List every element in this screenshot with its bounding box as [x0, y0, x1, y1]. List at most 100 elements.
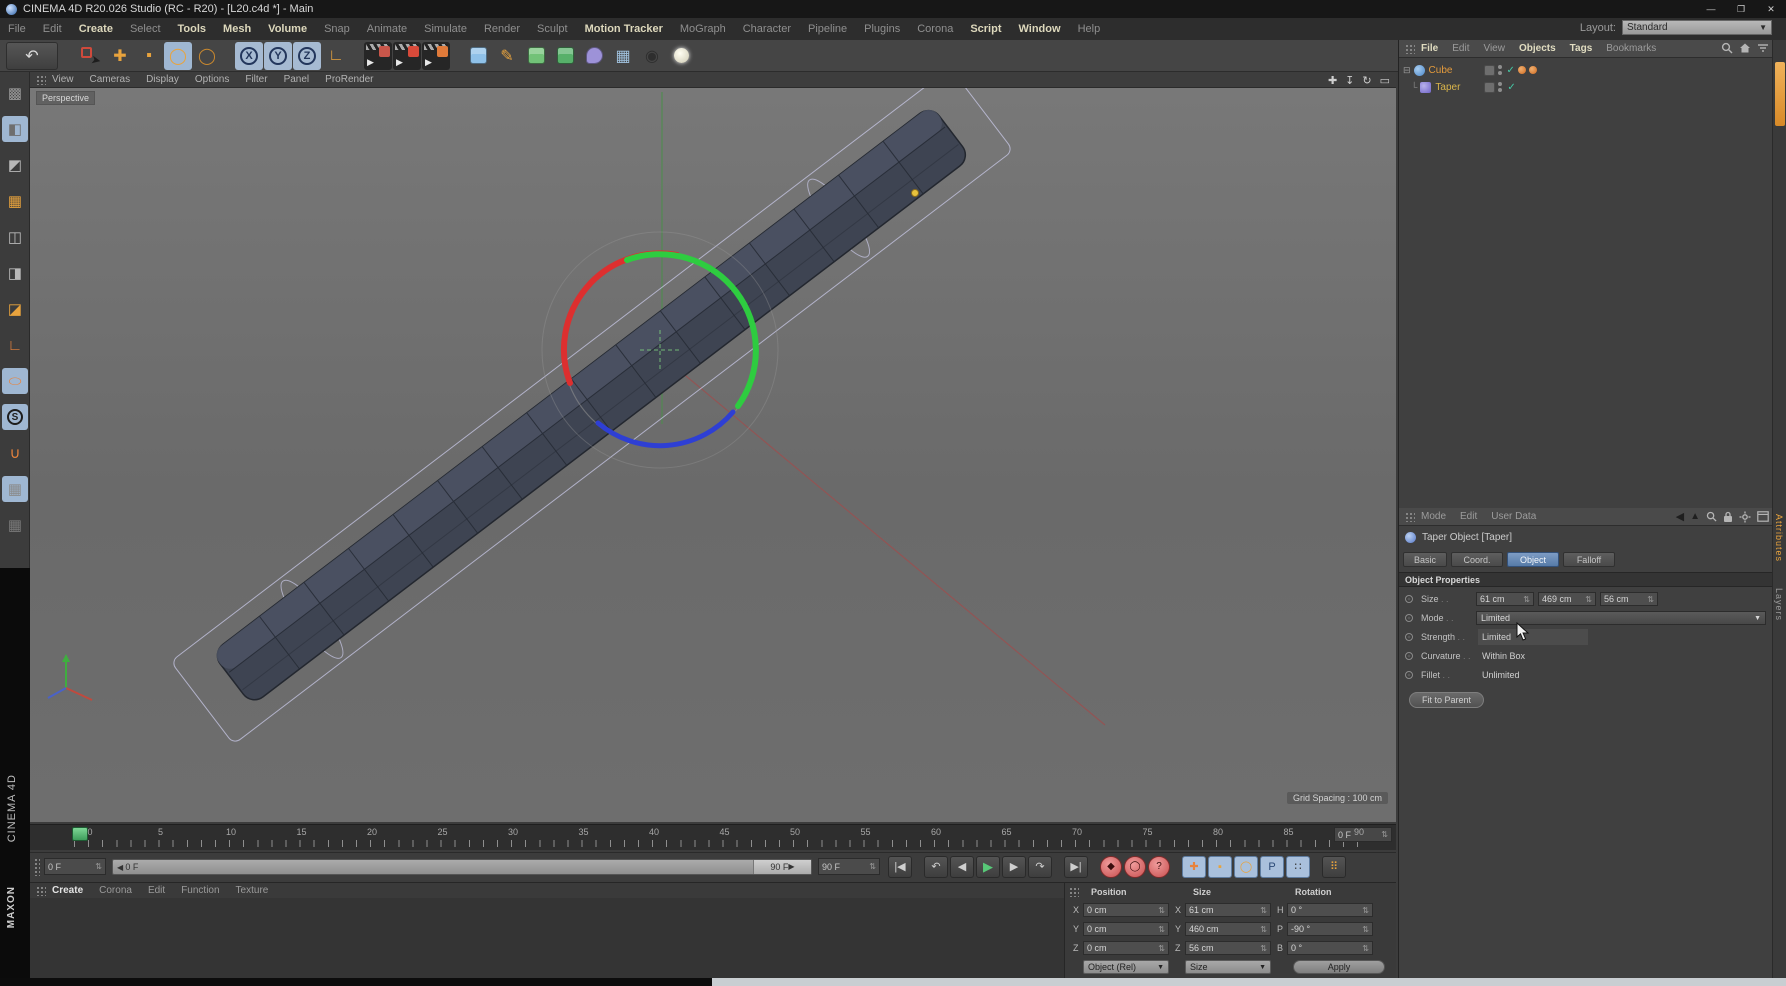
next-key-button[interactable]: ↷	[1028, 856, 1052, 878]
home-icon[interactable]	[1739, 42, 1751, 54]
frame-label-55[interactable]: 55	[860, 827, 870, 837]
am-menu-mode[interactable]: Mode	[1421, 511, 1446, 522]
previous-key-button[interactable]: ↶	[924, 856, 948, 878]
menu-item-create[interactable]: Create	[79, 23, 113, 35]
close-button[interactable]: ✕	[1756, 0, 1786, 18]
menu-item-mesh[interactable]: Mesh	[223, 23, 251, 35]
frame-label-45[interactable]: 45	[719, 827, 729, 837]
tab-falloff[interactable]: Falloff	[1563, 552, 1615, 567]
coords-size-dropdown[interactable]: Size▼	[1185, 960, 1271, 974]
om-menu-objects[interactable]: Objects	[1519, 43, 1556, 54]
menu-item-corona[interactable]: Corona	[917, 23, 953, 35]
goto-end-button[interactable]: ▶|	[1064, 856, 1088, 878]
om-menu-bookmarks[interactable]: Bookmarks	[1606, 43, 1656, 54]
menu-item-script[interactable]: Script	[970, 23, 1001, 35]
make-editable-button[interactable]: ▩	[2, 80, 28, 106]
range-end-handle[interactable]: 90 F ▶	[753, 860, 811, 874]
frame-label-25[interactable]: 25	[437, 827, 447, 837]
size-field-y[interactable]: 469 cm⇅	[1538, 592, 1596, 606]
rotate-view-icon[interactable]: ↻	[1362, 74, 1371, 87]
viewport-menu-prorender[interactable]: ProRender	[325, 74, 373, 85]
layer-chip[interactable]	[1484, 82, 1495, 93]
frame-label-10[interactable]: 10	[226, 827, 236, 837]
object-properties-header[interactable]: Object Properties	[1399, 572, 1773, 587]
object-name-taper[interactable]: Taper	[1435, 82, 1481, 93]
points-mode-button[interactable]: ◫	[2, 224, 28, 250]
start-frame-spinner[interactable]: 0 F⇅	[44, 858, 106, 875]
menu-item-help[interactable]: Help	[1078, 23, 1101, 35]
material-menu-corona[interactable]: Corona	[99, 885, 132, 896]
visibility-dots[interactable]	[1498, 81, 1504, 93]
model-mode-button[interactable]: ◧	[2, 116, 28, 142]
autokeying-button[interactable]: ◯	[1124, 856, 1146, 878]
object-manager-side-tab[interactable]	[1775, 62, 1785, 126]
maximize-button[interactable]: ❐	[1726, 0, 1756, 18]
frame-label-15[interactable]: 15	[296, 827, 306, 837]
viewport-solo-button[interactable]: ⬭	[2, 368, 28, 394]
menu-item-pipeline[interactable]: Pipeline	[808, 23, 847, 35]
fit-to-parent-button[interactable]: Fit to Parent	[1409, 692, 1484, 708]
anim-toggle-icon[interactable]	[1405, 595, 1413, 603]
frame-label-50[interactable]: 50	[790, 827, 800, 837]
frame-label-30[interactable]: 30	[508, 827, 518, 837]
object-axis-mode-button[interactable]: ∟	[2, 332, 28, 358]
move-tool[interactable]: ✚	[106, 42, 134, 70]
size-y-field[interactable]: 460 cm⇅	[1185, 922, 1271, 936]
menu-item-tools[interactable]: Tools	[178, 23, 207, 35]
material-menu-edit[interactable]: Edit	[148, 885, 165, 896]
enabled-check-icon[interactable]: ✓	[1507, 65, 1515, 76]
minimize-button[interactable]: —	[1696, 0, 1726, 18]
layers-side-tab[interactable]: Layers	[1774, 588, 1784, 621]
am-menu-edit[interactable]: Edit	[1460, 511, 1477, 522]
object-row-cube[interactable]: ⊟Cube✓	[1403, 62, 1537, 78]
keyframe-pla-toggle[interactable]: ∷	[1286, 856, 1310, 878]
keyframe-scale-toggle[interactable]: ▪	[1208, 856, 1232, 878]
om-menu-edit[interactable]: Edit	[1452, 43, 1469, 54]
timeline-ruler[interactable]: 0 F⇅ 05101520253035404550556065707580859…	[30, 824, 1396, 850]
keyframe-position-toggle[interactable]: ✚	[1182, 856, 1206, 878]
add-environment-button[interactable]: ▦	[609, 42, 637, 70]
frame-label-85[interactable]: 85	[1283, 827, 1293, 837]
filter-icon[interactable]	[1757, 42, 1769, 54]
record-options-button[interactable]: ?	[1148, 856, 1170, 878]
end-frame-spinner[interactable]: 90 F⇅	[818, 858, 880, 875]
taper-handle-dot[interactable]	[912, 190, 919, 197]
add-camera-button[interactable]: ◉	[638, 42, 666, 70]
rotation-b-field[interactable]: 0 °⇅	[1287, 941, 1373, 955]
scale-tool[interactable]: ▪	[135, 42, 163, 70]
enabled-check-icon[interactable]: ✓	[1507, 82, 1515, 93]
coordinate-system-button[interactable]: ∟	[322, 42, 350, 70]
menu-item-snap[interactable]: Snap	[324, 23, 350, 35]
lock-x-axis-button[interactable]: X	[235, 42, 263, 70]
menu-item-volume[interactable]: Volume	[268, 23, 307, 35]
object-name-cube[interactable]: Cube	[1429, 65, 1481, 76]
size-z-field[interactable]: 56 cm⇅	[1185, 941, 1271, 955]
viewport-menu-panel[interactable]: Panel	[284, 74, 310, 85]
material-menu-grip[interactable]	[36, 886, 46, 896]
lock-y-axis-button[interactable]: Y	[264, 42, 292, 70]
coords-mode-dropdown[interactable]: Object (Rel)▼	[1083, 960, 1169, 974]
history-back-icon[interactable]: ◀	[1676, 510, 1684, 523]
camera-label[interactable]: Perspective	[36, 91, 95, 105]
pan-view-icon[interactable]: ✚	[1328, 74, 1337, 87]
menu-item-select[interactable]: Select	[130, 23, 161, 35]
frame-label-70[interactable]: 70	[1072, 827, 1082, 837]
menu-item-render[interactable]: Render	[484, 23, 520, 35]
tab-object[interactable]: Object	[1507, 552, 1559, 567]
position-x-field[interactable]: 0 cm⇅	[1083, 903, 1169, 917]
preview-range-slider[interactable]: ◀ 0 F 90 F ▶	[112, 859, 812, 875]
zoom-view-icon[interactable]: ↧	[1345, 74, 1354, 87]
add-light-button[interactable]	[667, 42, 695, 70]
viewport-menu-options[interactable]: Options	[195, 74, 229, 85]
material-menu-texture[interactable]: Texture	[236, 885, 269, 896]
om-menu-view[interactable]: View	[1483, 43, 1505, 54]
undo-button[interactable]: ↶	[6, 42, 58, 70]
keyframe-parameter-toggle[interactable]: P	[1260, 856, 1284, 878]
frame-label-0[interactable]: 0	[87, 827, 92, 837]
parent-object-icon[interactable]: ▲	[1690, 511, 1700, 522]
frame-label-20[interactable]: 20	[367, 827, 377, 837]
render-settings-button[interactable]: ▶	[422, 42, 450, 70]
size-field-x[interactable]: 61 cm⇅	[1476, 592, 1534, 606]
render-picture-viewer-button[interactable]: ▶	[393, 42, 421, 70]
mode-option-limited[interactable]: Limited	[1478, 629, 1588, 645]
